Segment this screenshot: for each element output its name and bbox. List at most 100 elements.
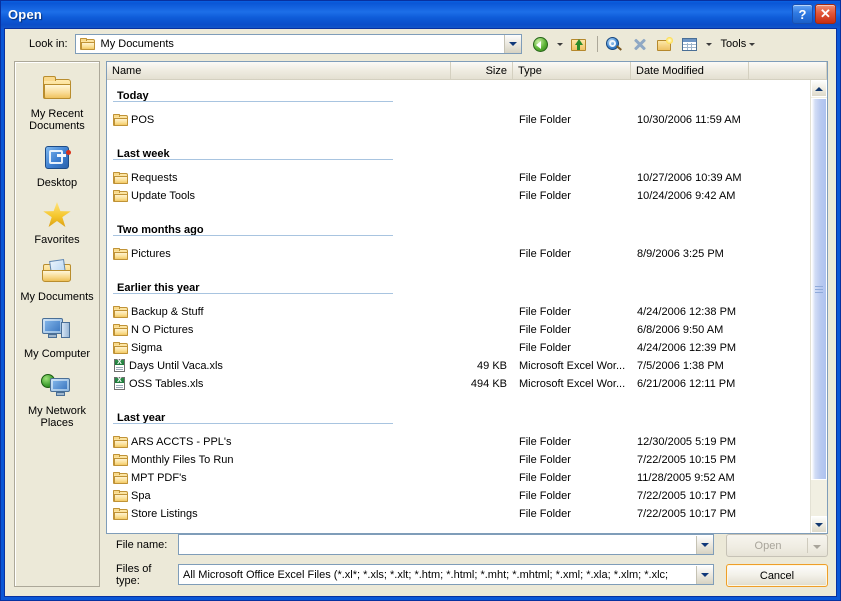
file-list-row[interactable]: Update Tools File Folder 10/24/2006 9:42 A… bbox=[107, 187, 810, 205]
cancel-button[interactable]: Cancel bbox=[726, 564, 828, 587]
file-name: Store Listings bbox=[131, 508, 198, 520]
file-name: POS bbox=[131, 114, 155, 126]
file-name-combobox[interactable] bbox=[178, 534, 714, 555]
open-dropdown-arrow-icon[interactable] bbox=[813, 545, 821, 549]
cell-name: Backup & Stuff bbox=[107, 305, 451, 319]
place-item-label: My Recent Documents bbox=[29, 108, 85, 132]
scroll-down-button[interactable] bbox=[811, 516, 827, 533]
files-of-type-dropdown-arrow[interactable] bbox=[696, 565, 713, 584]
place-item-label: My Documents bbox=[20, 291, 94, 303]
file-name: OSS Tables.xls bbox=[129, 378, 204, 390]
search-web-button[interactable] bbox=[604, 33, 627, 55]
file-list-row[interactable]: Requests File Folder 10/27/2006 10:39 AM bbox=[107, 169, 810, 187]
cell-date-modified: 7/22/2005 10:17 PM bbox=[637, 508, 737, 520]
column-header-type[interactable]: Type bbox=[513, 62, 631, 79]
title-bar-buttons: ? ✕ bbox=[792, 4, 836, 24]
places-bar: My Recent Documents Desktop Favorites My Do… bbox=[14, 61, 100, 587]
file-list-header: Name Size Type Date Modified bbox=[107, 62, 827, 80]
folder-icon bbox=[113, 189, 129, 203]
file-list-row[interactable]: X Days Until Vaca.xls 49 KB Microsoft Excel… bbox=[107, 357, 810, 375]
file-name-dropdown-arrow[interactable] bbox=[696, 535, 713, 554]
place-item-my-computer[interactable]: My Computer bbox=[15, 308, 99, 365]
folder-icon bbox=[113, 453, 129, 467]
views-dropdown-button[interactable] bbox=[704, 33, 715, 55]
scrollbar-thumb[interactable] bbox=[811, 98, 827, 480]
column-header-name[interactable]: Name bbox=[107, 62, 451, 79]
cell-name: Requests bbox=[107, 171, 451, 185]
open-button[interactable]: Open bbox=[726, 534, 828, 557]
file-list-row[interactable]: N O Pictures File Folder 6/8/2006 9:50 AM bbox=[107, 321, 810, 339]
place-item-my-recent-documents[interactable]: My Recent Documents bbox=[15, 68, 99, 137]
file-list-row[interactable]: ARS ACCTS - PPL's File Folder 12/30/2005 5… bbox=[107, 433, 810, 451]
back-button[interactable] bbox=[530, 33, 553, 55]
place-item-label: Desktop bbox=[36, 177, 78, 189]
delete-button[interactable] bbox=[629, 33, 652, 55]
folder-icon bbox=[113, 305, 129, 319]
cell-date-modified: 12/30/2005 5:19 PM bbox=[637, 436, 737, 448]
cell-date-modified: 6/21/2006 12:11 PM bbox=[637, 378, 736, 390]
dialog-client-area: Look in: My Documents Tools My Recent Do… bbox=[4, 28, 837, 597]
file-list-row[interactable]: Store Listings File Folder 7/22/2005 10:17… bbox=[107, 505, 810, 523]
cell-size: 494 KB bbox=[470, 378, 507, 390]
chevron-down-icon bbox=[557, 42, 564, 46]
cell-type: File Folder bbox=[519, 436, 571, 448]
cell-date-modified: 7/22/2005 10:15 PM bbox=[637, 454, 737, 466]
dialog-toolbar: Tools bbox=[530, 33, 760, 55]
scroll-up-button[interactable] bbox=[811, 80, 827, 97]
folder-icon bbox=[113, 489, 129, 503]
place-item-my-network-places[interactable]: My Network Places bbox=[15, 365, 99, 434]
cell-date-modified: 7/22/2005 10:17 PM bbox=[637, 490, 737, 502]
back-dropdown-button[interactable] bbox=[555, 33, 566, 55]
file-list-row[interactable]: Sigma File Folder 4/24/2006 12:39 PM bbox=[107, 339, 810, 357]
file-list-row[interactable]: Backup & Stuff File Folder 4/24/2006 12:38… bbox=[107, 303, 810, 321]
file-list-row[interactable]: Monthly Files To Run File Folder 7/22/2005… bbox=[107, 451, 810, 469]
folder-icon bbox=[113, 507, 129, 521]
file-list-panel: Name Size Type Date Modified Today POS Fil… bbox=[106, 61, 828, 534]
cell-type: File Folder bbox=[519, 342, 571, 354]
cell-type: File Folder bbox=[519, 114, 571, 126]
close-button[interactable]: ✕ bbox=[815, 4, 836, 24]
look-in-dropdown-arrow[interactable] bbox=[503, 35, 521, 53]
up-one-level-button[interactable] bbox=[568, 33, 591, 55]
group-header-rule bbox=[113, 235, 393, 236]
cell-name: X OSS Tables.xls bbox=[107, 377, 451, 391]
scroll-up-icon bbox=[815, 86, 823, 91]
place-item-desktop[interactable]: Desktop bbox=[15, 137, 99, 194]
file-list-row[interactable]: Pictures File Folder 8/9/2006 3:25 PM bbox=[107, 245, 810, 263]
place-item-label: My Network Places bbox=[27, 405, 87, 429]
back-arrow-icon bbox=[532, 36, 550, 53]
look-in-label: Look in: bbox=[29, 38, 68, 50]
place-item-my-documents[interactable]: My Documents bbox=[15, 251, 99, 308]
look-in-combobox[interactable]: My Documents bbox=[74, 34, 522, 54]
views-button[interactable] bbox=[679, 33, 702, 55]
file-list-row[interactable]: X OSS Tables.xls 494 KB Microsoft Excel Wor… bbox=[107, 375, 810, 393]
file-list-scrollbar[interactable] bbox=[810, 80, 827, 533]
column-header-date-modified[interactable]: Date Modified bbox=[631, 62, 749, 79]
search-the-web-icon bbox=[606, 36, 624, 53]
group-header: Last year bbox=[107, 402, 810, 424]
file-list-row[interactable]: POS File Folder 10/30/2006 11:59 AM bbox=[107, 111, 810, 129]
cell-name: Store Listings bbox=[107, 507, 451, 521]
group-header-rule bbox=[113, 101, 393, 102]
help-button[interactable]: ? bbox=[792, 4, 813, 24]
views-icon bbox=[681, 36, 699, 53]
cell-date-modified: 8/9/2006 3:25 PM bbox=[637, 248, 724, 260]
folder-icon bbox=[113, 323, 129, 337]
file-name: Days Until Vaca.xls bbox=[129, 360, 223, 372]
cell-date-modified: 6/8/2006 9:50 AM bbox=[637, 324, 724, 336]
file-name: MPT PDF's bbox=[131, 472, 187, 484]
file-list-row[interactable]: MPT PDF's File Folder 11/28/2005 9:52 AM bbox=[107, 469, 810, 487]
files-of-type-combobox[interactable]: All Microsoft Office Excel Files (*.xl*;… bbox=[178, 564, 714, 585]
new-folder-button[interactable] bbox=[654, 33, 677, 55]
cell-type: File Folder bbox=[519, 472, 571, 484]
file-list-row[interactable]: Spa File Folder 7/22/2005 10:17 PM bbox=[107, 487, 810, 505]
favorites-star-icon bbox=[17, 198, 97, 232]
column-header-size[interactable]: Size bbox=[451, 62, 513, 79]
tools-menu-button[interactable]: Tools bbox=[717, 33, 760, 55]
place-item-favorites[interactable]: Favorites bbox=[15, 194, 99, 251]
column-header-filler bbox=[749, 62, 827, 79]
